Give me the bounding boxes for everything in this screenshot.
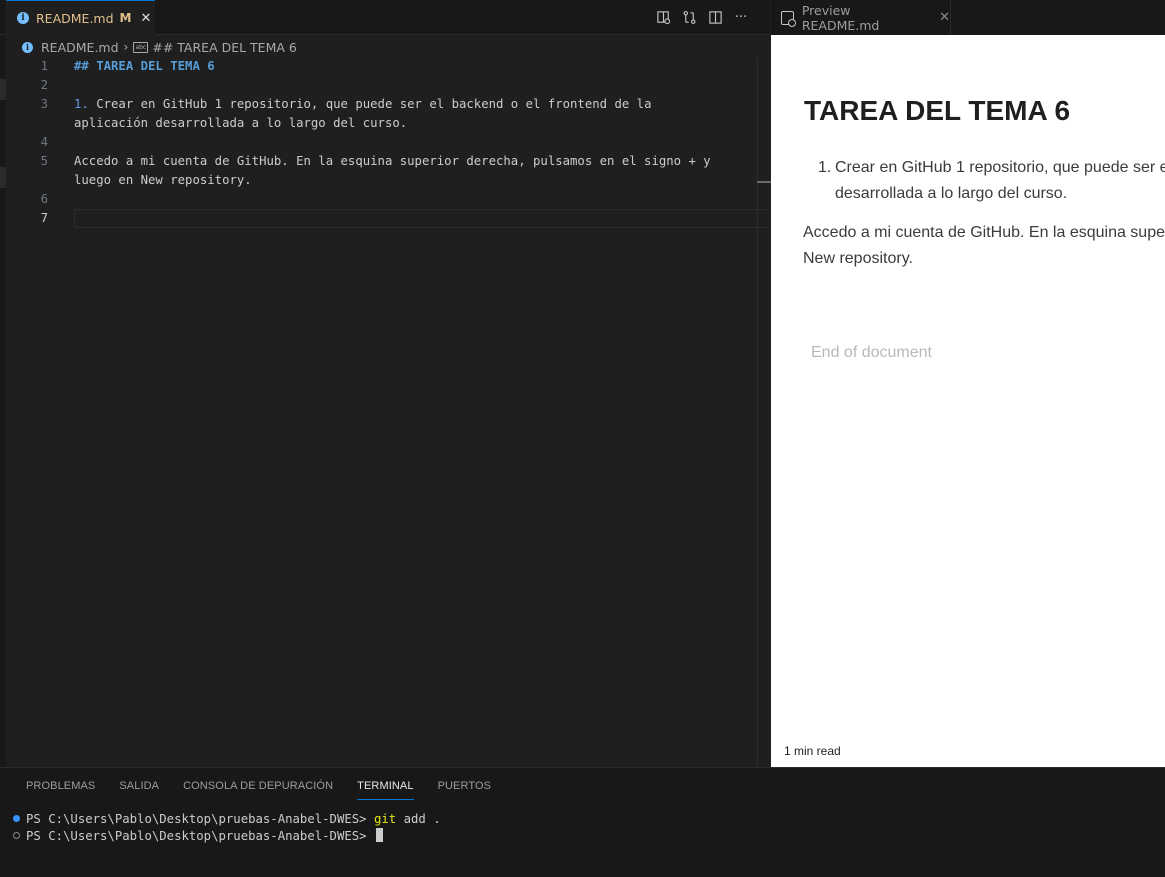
terminal-prompt: PS C:\Users\Pablo\Desktop\pruebas-Anabel… xyxy=(26,812,374,826)
read-time: 1 min read xyxy=(784,744,841,758)
terminal-command: git xyxy=(373,812,397,826)
bottom-panel: PROBLEMAS SALIDA CONSOLA DE DEPURACIÓN T… xyxy=(0,767,1165,877)
modified-badge: M xyxy=(119,11,132,25)
line-number: 4 xyxy=(40,135,48,149)
code-line[interactable]: 3 1. Crear en GitHub 1 repositorio, que … xyxy=(6,95,770,114)
code-editor[interactable]: 1 ## TAREA DEL TEMA 6 2 3 1. Crear en Gi… xyxy=(6,57,770,767)
more-actions-icon[interactable]: ··· xyxy=(728,7,754,29)
breadcrumb-symbol[interactable]: ## TAREA DEL TEMA 6 xyxy=(152,40,297,55)
preview-heading: TAREA DEL TEMA 6 xyxy=(804,95,1071,126)
close-icon[interactable]: ✕ xyxy=(140,11,151,26)
line-text: Accedo a mi cuenta de GitHub. En la esqu… xyxy=(74,154,711,168)
list-number: 1. xyxy=(818,159,832,176)
preview-tab-title: Preview README.md xyxy=(801,2,880,33)
tab-preview[interactable]: Preview README.md ✕ xyxy=(771,0,951,35)
scrollbar-thumb[interactable] xyxy=(757,181,771,183)
list-text-line: desarrollada a lo largo del curso. xyxy=(835,185,1068,202)
open-changes-icon[interactable] xyxy=(650,7,676,29)
tab-title: README.md xyxy=(36,10,114,26)
preview-icon xyxy=(781,10,796,27)
terminal-prompt: PS C:\Users\Pablo\Desktop\pruebas-Anabel… xyxy=(26,829,374,843)
code-line-wrap[interactable]: luego en New repository. xyxy=(6,171,770,190)
split-editor-icon[interactable] xyxy=(702,7,728,29)
close-icon[interactable]: ✕ xyxy=(939,10,950,25)
terminal-cursor xyxy=(375,828,383,842)
current-line-highlight xyxy=(74,209,770,228)
code-line-current[interactable]: 7 xyxy=(6,209,770,228)
breadcrumb: i README.md › abc ## TAREA DEL TEMA 6 xyxy=(22,38,297,56)
paragraph-line: Accedo a mi cuenta de GitHub. En la esqu… xyxy=(803,224,1165,241)
line-number: 5 xyxy=(40,154,48,168)
end-of-document: End of document xyxy=(811,344,932,361)
list-marker: 1. xyxy=(74,97,89,111)
code-line-wrap[interactable]: aplicación desarrollada a lo largo del c… xyxy=(6,114,770,133)
tab-problemas[interactable]: PROBLEMAS xyxy=(26,779,95,799)
preview-paragraph: Accedo a mi cuenta de GitHub. En la esqu… xyxy=(803,220,1165,272)
terminal-line[interactable]: PS C:\Users\Pablo\Desktop\pruebas-Anabel… xyxy=(26,828,383,845)
editor-actions: ··· xyxy=(650,0,770,35)
breadcrumb-file[interactable]: README.md xyxy=(41,40,119,55)
terminal-args: add . xyxy=(396,812,441,826)
tab-puertos[interactable]: PUERTOS xyxy=(438,779,491,799)
line-text: 1. Crear en GitHub 1 repositorio, que pu… xyxy=(74,95,651,114)
line-number: 6 xyxy=(40,192,48,206)
line-content: Crear en GitHub 1 repositorio, que puede… xyxy=(88,97,652,111)
line-text: luego en New repository. xyxy=(74,173,252,187)
line-number: 1 xyxy=(40,59,48,73)
preview-tab-bar: Preview README.md ✕ xyxy=(771,0,1165,35)
code-line[interactable]: 4 xyxy=(6,133,770,152)
tab-salida[interactable]: SALIDA xyxy=(119,779,159,799)
chevron-right-icon: › xyxy=(123,40,129,54)
tab-consola[interactable]: CONSOLA DE DEPURACIÓN xyxy=(183,779,333,799)
list-text-line: Crear en GitHub 1 repositorio, que puede… xyxy=(835,159,1165,176)
symbol-icon: abc xyxy=(133,41,149,53)
code-line[interactable]: 1 ## TAREA DEL TEMA 6 xyxy=(6,57,770,76)
line-number: 7 xyxy=(40,211,48,225)
line-number: 2 xyxy=(40,78,48,92)
code-line[interactable]: 6 xyxy=(6,190,770,209)
info-icon: i xyxy=(17,12,29,24)
code-line[interactable]: 5 Accedo a mi cuenta de GitHub. En la es… xyxy=(6,152,770,171)
tab-readme[interactable]: i README.md M ✕ xyxy=(6,0,155,35)
info-icon: i xyxy=(22,41,33,53)
markdown-preview: TAREA DEL TEMA 6 1. Crear en GitHub 1 re… xyxy=(771,35,1165,767)
line-text: ## TAREA DEL TEMA 6 xyxy=(74,59,215,73)
panel-tabs: PROBLEMAS SALIDA CONSOLA DE DEPURACIÓN T… xyxy=(26,779,515,800)
line-text: aplicación desarrollada a lo largo del c… xyxy=(74,116,408,130)
command-empty-dot[interactable] xyxy=(13,832,20,839)
paragraph-line: New repository. xyxy=(803,250,913,267)
compare-icon[interactable] xyxy=(676,7,702,29)
tab-terminal[interactable]: TERMINAL xyxy=(357,779,414,800)
terminal-line[interactable]: PS C:\Users\Pablo\Desktop\pruebas-Anabel… xyxy=(26,811,441,828)
command-success-dot[interactable] xyxy=(13,815,20,822)
code-line[interactable]: 2 xyxy=(6,76,770,95)
editor-tab-bar: i README.md M ✕ ··· xyxy=(0,0,770,35)
minimap-divider xyxy=(757,57,758,767)
line-number: 3 xyxy=(40,97,48,111)
